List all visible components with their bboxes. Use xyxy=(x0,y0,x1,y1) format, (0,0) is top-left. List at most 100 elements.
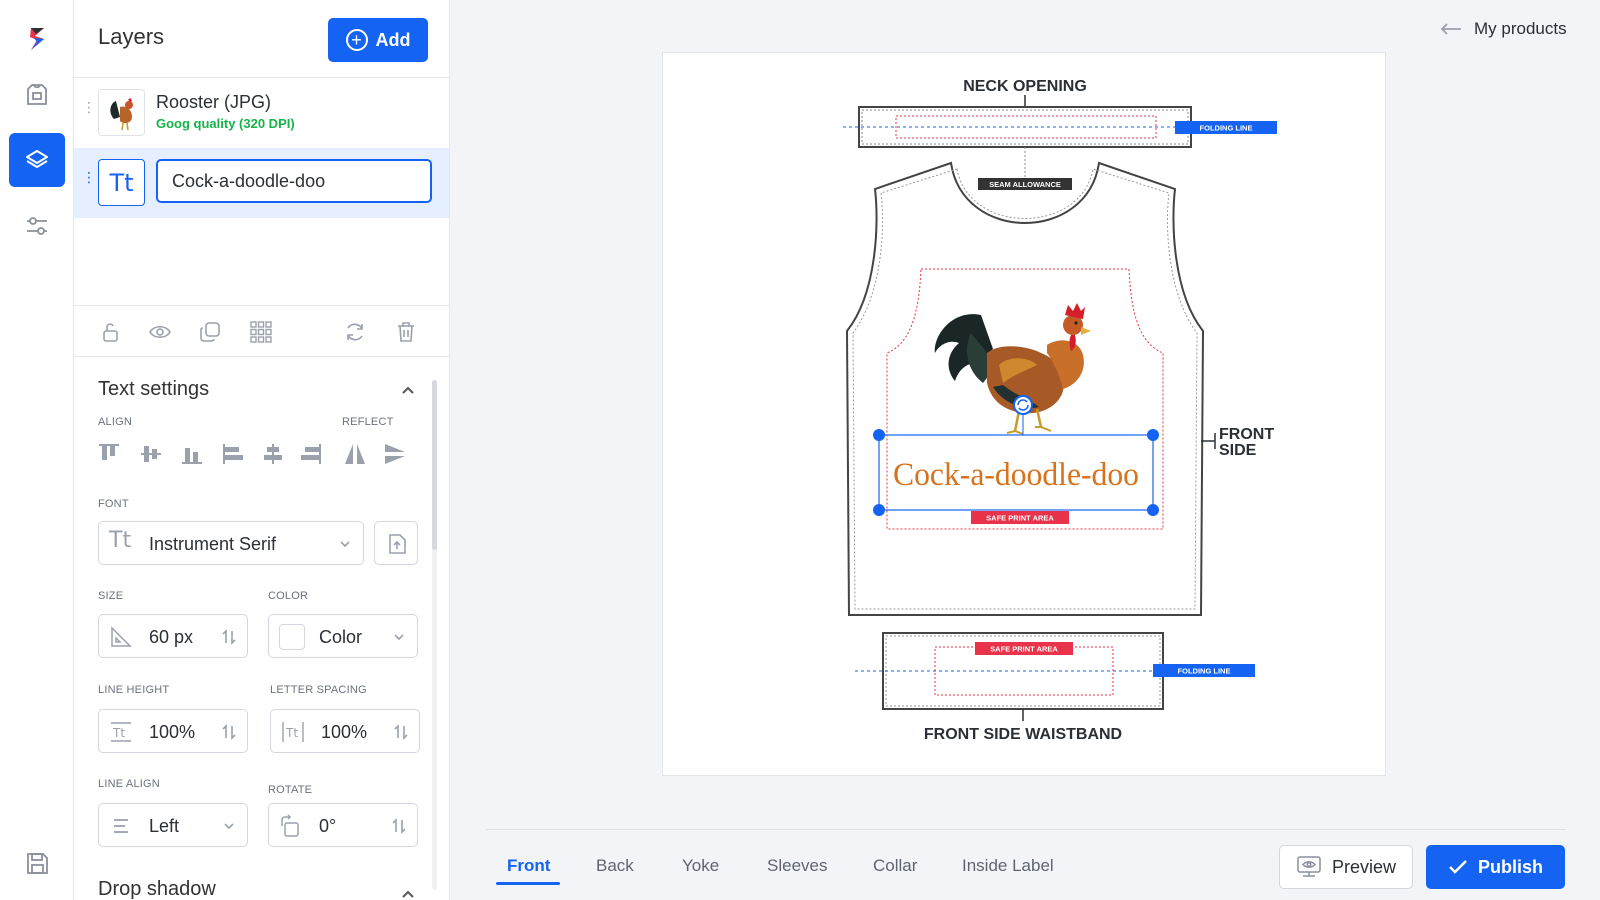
waistband-safe-area-label: SAFE PRINT AREA xyxy=(990,645,1058,654)
duplicate-icon[interactable] xyxy=(198,320,222,344)
sliders-icon[interactable] xyxy=(9,199,65,253)
add-layer-button[interactable]: + Add xyxy=(328,18,428,62)
color-select[interactable]: Color xyxy=(268,614,418,658)
svg-text:Tt: Tt xyxy=(285,726,298,740)
folding-line-label: FOLDING LINE xyxy=(1200,124,1253,133)
resize-handle[interactable] xyxy=(873,429,885,441)
seam-allowance-label: SEAM ALLOWANCE xyxy=(989,180,1061,189)
letter-spacing-value: 100% xyxy=(321,722,368,742)
letter-spacing-label: LETTER SPACING xyxy=(270,684,367,696)
line-align-value: Left xyxy=(149,816,180,836)
align-left-icon[interactable] xyxy=(220,441,246,467)
back-label: My products xyxy=(1474,19,1567,38)
align-bottom-icon[interactable] xyxy=(179,441,205,467)
rooster-image[interactable] xyxy=(934,303,1091,435)
tab-front[interactable]: Front xyxy=(507,856,550,876)
font-value: Instrument Serif xyxy=(149,534,277,554)
reflect-vertical-icon[interactable] xyxy=(382,441,408,467)
chevron-up-icon[interactable] xyxy=(400,382,416,398)
save-icon[interactable] xyxy=(9,836,65,890)
stepper-icon[interactable] xyxy=(391,722,411,742)
color-value: Color xyxy=(319,627,363,647)
monitor-eye-icon xyxy=(1297,856,1321,877)
line-height-icon: Tt xyxy=(109,720,133,744)
trash-icon[interactable] xyxy=(394,320,418,344)
line-align-select[interactable]: Left xyxy=(98,803,248,847)
preview-button[interactable]: Preview xyxy=(1279,845,1413,889)
tab-yoke[interactable]: Yoke xyxy=(682,856,719,876)
tab-back[interactable]: Back xyxy=(596,856,634,876)
letter-spacing-input[interactable]: Tt 100% xyxy=(270,709,420,753)
ruler-icon xyxy=(109,625,133,649)
rotate-handle-icon[interactable] xyxy=(1013,395,1033,415)
stepper-icon[interactable] xyxy=(219,722,239,742)
line-align-label: LINE ALIGN xyxy=(98,778,160,790)
upload-icon xyxy=(385,532,409,556)
quality-badge: Goog quality (320 DPI) xyxy=(156,116,295,131)
check-icon xyxy=(1449,860,1467,874)
align-center-icon[interactable] xyxy=(260,441,286,467)
rotate-value: 0° xyxy=(319,816,337,836)
line-height-label: LINE HEIGHT xyxy=(98,684,170,696)
rotate-angle-icon xyxy=(279,814,303,838)
align-top-icon[interactable] xyxy=(96,441,122,467)
chevron-up-icon[interactable] xyxy=(400,886,416,900)
left-rail xyxy=(0,0,74,900)
align-middle-icon[interactable] xyxy=(138,441,164,467)
chevron-down-icon xyxy=(335,534,355,554)
neck-opening-label: NECK OPENING xyxy=(963,78,1087,95)
logo-icon[interactable] xyxy=(9,12,65,66)
front-side-label-2: SIDE xyxy=(1219,442,1257,459)
preview-label: Preview xyxy=(1331,856,1397,877)
size-input[interactable]: 60 px xyxy=(98,614,248,658)
text-layer-input[interactable] xyxy=(156,159,432,203)
drop-shadow-title: Drop shadow xyxy=(98,878,216,900)
text-selection-box[interactable]: Cock-a-doodle-doo xyxy=(873,395,1159,516)
resize-handle[interactable] xyxy=(873,504,885,516)
upload-font-button[interactable] xyxy=(374,521,418,565)
rooster-thumbnail xyxy=(98,89,145,136)
reflect-horizontal-icon[interactable] xyxy=(342,441,368,467)
unlock-icon[interactable] xyxy=(99,320,123,344)
scrollbar[interactable] xyxy=(432,380,437,550)
stepper-icon[interactable] xyxy=(219,627,239,647)
tab-inside-label[interactable]: Inside Label xyxy=(962,856,1054,876)
resize-handle[interactable] xyxy=(1147,429,1159,441)
grid-icon[interactable] xyxy=(249,320,273,344)
layers-panel: Layers + Add ⋮⋮ Rooster (JPG) Goog quali… xyxy=(74,0,450,900)
pattern-diagram[interactable]: NECK OPENING FOLDING LINE SEAM ALLOWANCE… xyxy=(663,53,1387,777)
design-canvas[interactable]: NECK OPENING FOLDING LINE SEAM ALLOWANCE… xyxy=(662,52,1386,776)
text-icon: Tt xyxy=(98,159,145,206)
product-icon[interactable] xyxy=(9,67,65,121)
publish-button[interactable]: Publish xyxy=(1426,845,1565,889)
text-settings-title: Text settings xyxy=(98,378,210,400)
lines-icon xyxy=(109,814,133,838)
tab-collar[interactable]: Collar xyxy=(873,856,917,876)
layer-item-rooster[interactable]: ⋮⋮ Rooster (JPG) Goog quality (320 DPI) xyxy=(74,78,449,148)
panel-title: Layers xyxy=(98,24,165,49)
drag-handle-icon[interactable]: ⋮⋮ xyxy=(82,170,111,192)
align-label: ALIGN xyxy=(98,416,133,428)
tab-sleeves[interactable]: Sleeves xyxy=(767,856,827,876)
svg-text:Tt: Tt xyxy=(112,726,125,740)
drag-handle-icon[interactable]: ⋮⋮ xyxy=(82,100,111,122)
design-text[interactable]: Cock-a-doodle-doo xyxy=(893,457,1139,493)
stepper-icon[interactable] xyxy=(389,816,409,836)
line-height-value: 100% xyxy=(149,722,196,742)
layers-icon[interactable] xyxy=(9,133,65,187)
back-to-products-link[interactable]: My products xyxy=(1440,19,1567,39)
chevron-down-icon xyxy=(389,627,409,647)
align-right-icon[interactable] xyxy=(298,441,324,467)
resize-handle[interactable] xyxy=(1147,504,1159,516)
text-icon: Tt xyxy=(109,528,132,553)
layer-item-text[interactable]: ⋮⋮ Tt xyxy=(74,148,449,218)
font-select[interactable]: Tt Instrument Serif xyxy=(98,521,364,565)
panel-header: Layers + Add xyxy=(74,0,449,78)
rotate-input[interactable]: 0° xyxy=(268,803,418,847)
plus-icon: + xyxy=(345,29,368,51)
arrow-left-icon xyxy=(1440,23,1461,35)
reflect-label: REFLECT xyxy=(342,416,394,428)
line-height-input[interactable]: Tt 100% xyxy=(98,709,248,753)
rotate-icon[interactable] xyxy=(343,320,367,344)
eye-icon[interactable] xyxy=(148,320,172,344)
